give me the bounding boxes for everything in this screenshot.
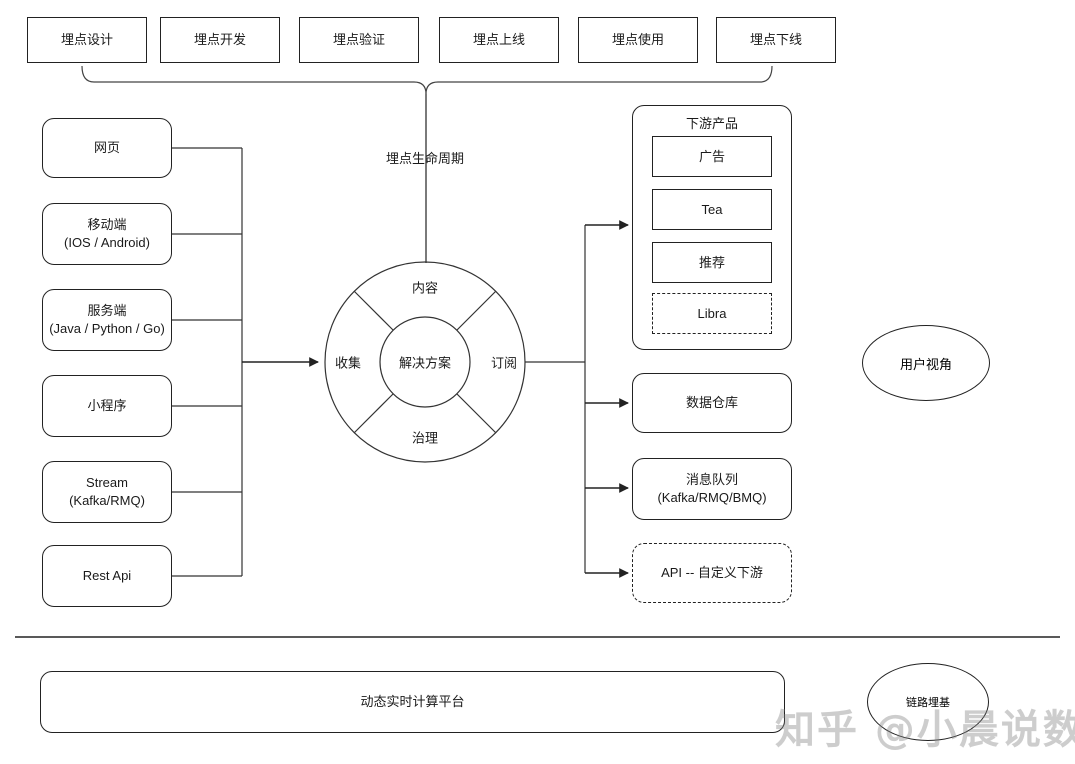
source-box[interactable]: 网页 <box>42 118 172 178</box>
lifecycle-stage-box[interactable]: 埋点验证 <box>299 17 419 63</box>
wheel-label-top: 内容 <box>411 280 439 296</box>
source-box[interactable]: Rest Api <box>42 545 172 607</box>
wheel-label-bottom: 治理 <box>411 430 439 446</box>
wheel-spoke-nw <box>353 290 394 331</box>
user-view-ellipse[interactable]: 用户视角 <box>862 325 990 401</box>
downstream-product-box[interactable]: Tea <box>652 189 772 230</box>
watermark: 知乎 @小晨说数据 <box>775 707 1075 753</box>
wheel-label-right: 订阅 <box>490 355 518 371</box>
lifecycle-brace <box>81 65 773 95</box>
platform-bar[interactable]: 动态实时计算平台 <box>40 671 785 733</box>
downstream-group-title: 下游产品 <box>685 116 739 131</box>
downstream-target-box[interactable]: 消息队列 (Kafka/RMQ/BMQ) <box>632 458 792 520</box>
lifecycle-stage-box[interactable]: 埋点下线 <box>716 17 836 63</box>
downstream-product-box[interactable]: Libra <box>652 293 772 334</box>
source-box[interactable]: 服务端 (Java / Python / Go) <box>42 289 172 351</box>
lifecycle-center-label: 埋点生命周期 <box>385 151 465 166</box>
lifecycle-stage-box[interactable]: 埋点上线 <box>439 17 559 63</box>
output-arrows <box>585 220 629 578</box>
wheel-label-left: 收集 <box>334 355 362 371</box>
downstream-product-box[interactable]: 推荐 <box>652 242 772 283</box>
lifecycle-stage-box[interactable]: 埋点设计 <box>27 17 147 63</box>
source-box[interactable]: 小程序 <box>42 375 172 437</box>
diagram-canvas: 埋点设计 埋点开发 埋点验证 埋点上线 埋点使用 埋点下线 网页 移动端 (IO… <box>0 0 1075 764</box>
downstream-product-box[interactable]: 广告 <box>652 136 772 177</box>
lifecycle-stage-box[interactable]: 埋点开发 <box>160 17 280 63</box>
lifecycle-stage-box[interactable]: 埋点使用 <box>578 17 698 63</box>
wheel-spoke-sw <box>353 393 394 434</box>
wheel-to-outputs <box>525 225 586 573</box>
wheel-spoke-se <box>456 393 497 434</box>
wheel-spoke-ne <box>456 290 497 331</box>
downstream-target-box[interactable]: 数据仓库 <box>632 373 792 433</box>
wheel-center-label: 解决方案 <box>398 355 452 371</box>
source-connectors <box>172 147 243 577</box>
downstream-target-box[interactable]: API -- 自定义下游 <box>632 543 792 603</box>
source-box[interactable]: 移动端 (IOS / Android) <box>42 203 172 265</box>
source-box[interactable]: Stream (Kafka/RMQ) <box>42 461 172 523</box>
